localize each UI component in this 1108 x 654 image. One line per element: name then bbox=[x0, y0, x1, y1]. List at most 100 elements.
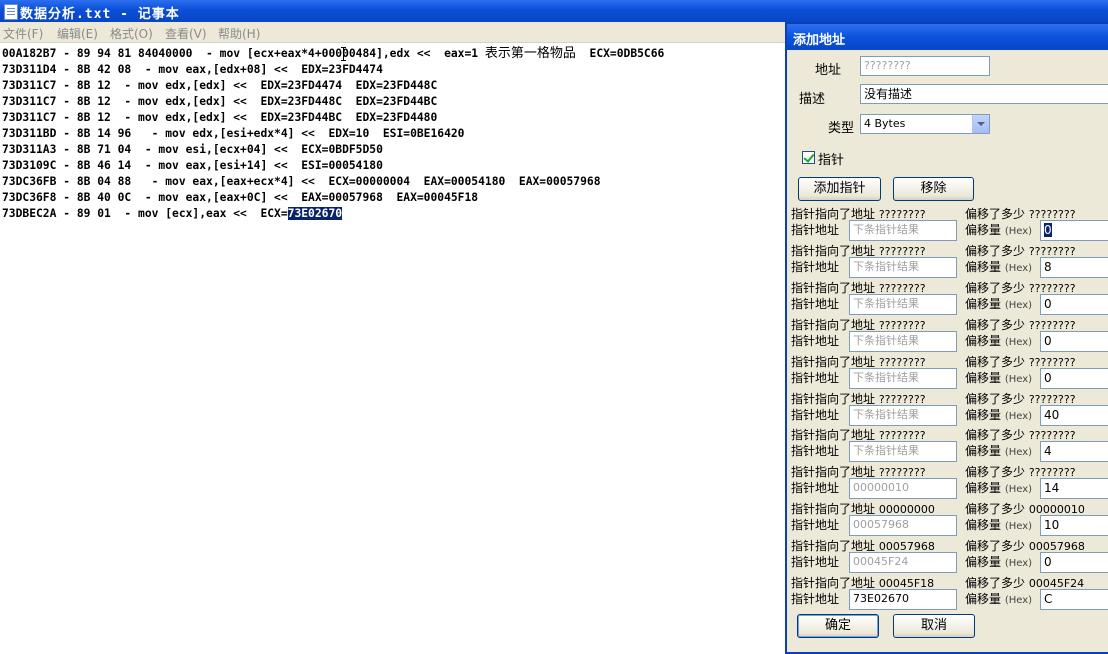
pointer-address-label: 指针地址 bbox=[791, 260, 840, 274]
pointer-address-label: 指针地址 bbox=[791, 444, 840, 458]
pointer-offset-input[interactable]: 10 bbox=[1040, 515, 1108, 536]
cancel-button[interactable]: 取消 bbox=[893, 614, 975, 638]
pointer-offset-label: 偏移量 (Hex) bbox=[965, 406, 1032, 423]
text-line-content: 73DBEC2A - 89 01 - mov [ecx],eax << ECX= bbox=[2, 207, 288, 220]
pointer-offset-of-text: 偏移了多少 bbox=[965, 465, 1026, 479]
pointer-offset-of-text: 偏移了多少 bbox=[965, 428, 1026, 442]
pointer-offset-value: 40 bbox=[1044, 408, 1060, 422]
text-line-content: 73D311BD - 8B 14 96 - mov edx,[esi+edx*4… bbox=[2, 127, 465, 140]
remove-button[interactable]: 移除 bbox=[893, 177, 974, 201]
ok-button[interactable]: 确定 bbox=[797, 614, 879, 638]
pointer-offset-input[interactable]: 8 bbox=[1040, 257, 1108, 278]
address-label: 地址 bbox=[815, 63, 842, 78]
pointer-offset-label: 偏移量 (Hex) bbox=[965, 221, 1032, 238]
menu-view[interactable]: 查看(V) bbox=[165, 25, 207, 42]
address-input[interactable]: ???????? bbox=[860, 56, 990, 76]
pointer-checkbox-label: 指针 bbox=[818, 153, 845, 168]
pointer-address-input[interactable]: 下条指针结果 bbox=[849, 368, 957, 389]
menu-help[interactable]: 帮助(H) bbox=[218, 25, 260, 42]
pointer-offset-text: 偏移量 bbox=[965, 408, 1002, 422]
pointer-offset-label: 偏移量 (Hex) bbox=[965, 295, 1032, 312]
pointer-offset-value: 0 bbox=[1044, 297, 1052, 311]
pointer-offset-of-text: 偏移了多少 bbox=[965, 244, 1026, 258]
pointer-offset-label: 偏移量 (Hex) bbox=[965, 479, 1032, 496]
pointer-offset-value: 8 bbox=[1044, 260, 1052, 274]
menu-file[interactable]: 文件(F) bbox=[3, 25, 43, 42]
pointer-address-input[interactable]: 00057968 bbox=[849, 515, 957, 536]
type-select[interactable]: 4 Bytes bbox=[860, 114, 990, 134]
pointer-offset-label: 偏移量 (Hex) bbox=[965, 332, 1032, 349]
pointer-offset-hex-label: (Hex) bbox=[1004, 558, 1033, 569]
pointer-address-input[interactable]: 下条指针结果 bbox=[849, 294, 957, 315]
pointer-offset-hex-label: (Hex) bbox=[1004, 595, 1033, 606]
pointer-offset-value: 4 bbox=[1044, 444, 1052, 458]
text-line-content: 73D311C7 - 8B 12 - mov edx,[edx] << EDX=… bbox=[2, 95, 438, 108]
pointer-offset-text: 偏移量 bbox=[965, 260, 1002, 274]
pointer-offset-text: 偏移量 bbox=[965, 297, 1002, 311]
pointer-address-input[interactable]: 00000010 bbox=[849, 478, 957, 499]
description-label: 描述 bbox=[799, 92, 826, 107]
pointer-offset-input[interactable]: 14 bbox=[1040, 478, 1108, 499]
text-line-content: 00A182B7 - 89 94 81 84040000 - mov [ecx+… bbox=[2, 47, 485, 60]
pointer-offset-text: 偏移量 bbox=[965, 444, 1002, 458]
text-line-tail: ECX=0DB5C66 bbox=[575, 47, 665, 60]
notepad-title-bar[interactable]: 数据分析.txt - 记事本 bbox=[0, 0, 1108, 22]
pointer-offset-value: 10 bbox=[1044, 518, 1060, 532]
pointer-address-label: 指针地址 bbox=[791, 518, 840, 532]
pointer-offset-input[interactable]: 0 bbox=[1040, 368, 1108, 389]
pointer-address-input[interactable]: 00045F24 bbox=[849, 552, 957, 573]
dialog-title-bar[interactable]: 添加地址 bbox=[787, 24, 1108, 50]
pointer-offset-input[interactable]: 40 bbox=[1040, 405, 1108, 426]
pointer-address-label: 指针地址 bbox=[791, 481, 840, 495]
chevron-down-icon[interactable] bbox=[972, 115, 989, 133]
pointer-offset-of-text: 偏移了多少 bbox=[965, 502, 1026, 516]
pointer-offset-of-text: 偏移了多少 bbox=[965, 392, 1026, 406]
text-line: 73D3109C - 8B 46 14 - mov eax,[esi+14] <… bbox=[2, 158, 787, 174]
pointer-offset-of-text: 偏移了多少 bbox=[965, 281, 1026, 295]
pointer-offset-value: C bbox=[1044, 592, 1053, 606]
pointer-offset-hex-label: (Hex) bbox=[1004, 484, 1033, 495]
add-address-dialog: 添加地址 地址 ???????? 描述 没有描述 类型 4 Bytes 指针 添… bbox=[785, 22, 1108, 654]
pointer-offset-value: 0 bbox=[1044, 371, 1052, 385]
text-line-content: 73DC36F8 - 8B 40 0C - mov eax,[eax+0C] <… bbox=[2, 191, 479, 204]
pointer-offset-of-text: 偏移了多少 bbox=[965, 355, 1026, 369]
pointer-address-input[interactable]: 73E02670 bbox=[849, 589, 957, 610]
text-line: 73D311A3 - 8B 71 04 - mov esi,[ecx+04] <… bbox=[2, 142, 787, 158]
pointer-checkbox[interactable] bbox=[802, 151, 815, 164]
pointer-address-input[interactable]: 下条指针结果 bbox=[849, 441, 957, 462]
pointer-offset-input[interactable]: C bbox=[1040, 589, 1108, 610]
pointer-offset-input[interactable]: 0 bbox=[1040, 331, 1108, 352]
notepad-text-area[interactable]: 00A182B7 - 89 94 81 84040000 - mov [ecx+… bbox=[2, 46, 787, 646]
pointer-points-to-text: 指针指向了地址 bbox=[791, 392, 876, 406]
pointer-offset-text: 偏移量 bbox=[965, 592, 1002, 606]
text-line: 73D311BD - 8B 14 96 - mov edx,[esi+edx*4… bbox=[2, 126, 787, 142]
text-line-content: 73D311A3 - 8B 71 04 - mov esi,[ecx+04] <… bbox=[2, 143, 383, 156]
pointer-offset-hex-label: (Hex) bbox=[1004, 521, 1033, 532]
pointer-address-label: 指针地址 bbox=[791, 555, 840, 569]
notepad-title: 数据分析.txt - 记事本 bbox=[20, 7, 180, 22]
pointer-address-input[interactable]: 下条指针结果 bbox=[849, 220, 957, 241]
pointer-address-input[interactable]: 下条指针结果 bbox=[849, 331, 957, 352]
add-pointer-button[interactable]: 添加指针 bbox=[798, 177, 881, 201]
pointer-offset-of-text: 偏移了多少 bbox=[965, 318, 1026, 332]
pointer-offset-hex-label: (Hex) bbox=[1004, 337, 1033, 348]
menu-edit[interactable]: 编辑(E) bbox=[57, 25, 98, 42]
pointer-offset-hex-label: (Hex) bbox=[1004, 263, 1033, 274]
pointer-offset-text: 偏移量 bbox=[965, 555, 1002, 569]
description-input[interactable]: 没有描述 bbox=[860, 84, 1108, 104]
pointer-offset-input[interactable]: 0 bbox=[1040, 220, 1108, 241]
pointer-points-to-text: 指针指向了地址 bbox=[791, 281, 876, 295]
pointer-offset-input[interactable]: 0 bbox=[1040, 552, 1108, 573]
pointer-address-input[interactable]: 下条指针结果 bbox=[849, 257, 957, 278]
pointer-offset-input[interactable]: 0 bbox=[1040, 294, 1108, 315]
text-line: 73DC36FB - 8B 04 88 - mov eax,[eax+ecx*4… bbox=[2, 174, 787, 190]
pointer-offset-value: 0 bbox=[1044, 555, 1052, 569]
pointer-offset-hex-label: (Hex) bbox=[1004, 300, 1033, 311]
text-line-content: 73D3109C - 8B 46 14 - mov eax,[esi+14] <… bbox=[2, 159, 383, 172]
pointer-offset-text: 偏移量 bbox=[965, 518, 1002, 532]
menu-format[interactable]: 格式(O) bbox=[110, 25, 153, 42]
text-line: 73D311C7 - 8B 12 - mov edx,[edx] << EDX=… bbox=[2, 78, 787, 94]
pointer-address-input[interactable]: 下条指针结果 bbox=[849, 405, 957, 426]
pointer-offset-input[interactable]: 4 bbox=[1040, 441, 1108, 462]
selected-text[interactable]: 73E02670 bbox=[287, 207, 343, 220]
